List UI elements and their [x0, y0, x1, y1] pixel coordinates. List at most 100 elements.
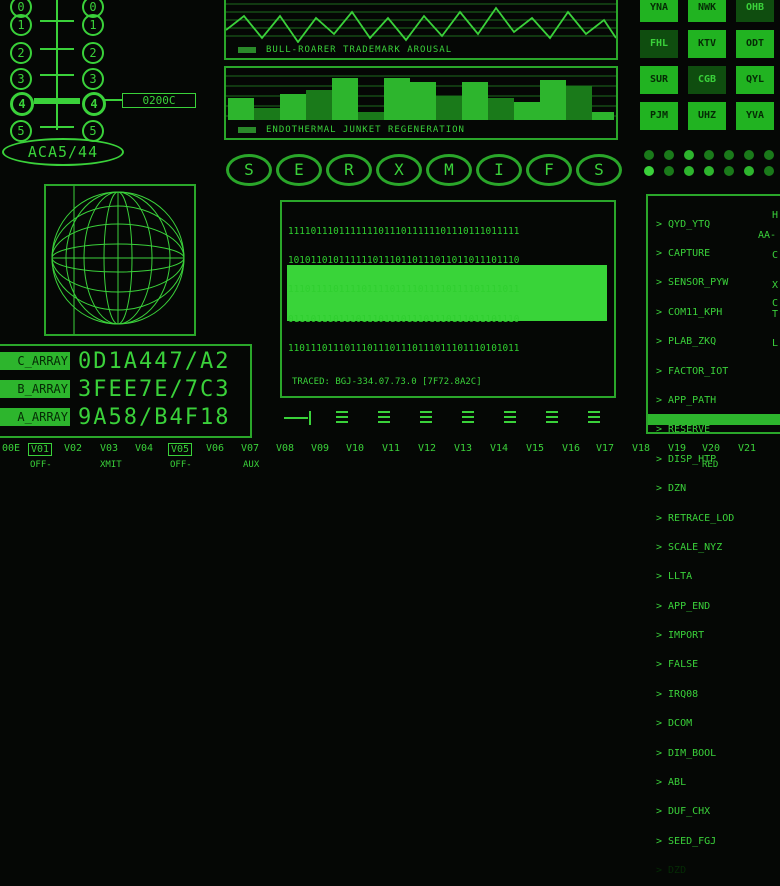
menu-lines-icon[interactable]: [378, 411, 390, 423]
status-dot: [704, 150, 714, 160]
list-item[interactable]: > RESERVE: [656, 425, 780, 435]
channel-label[interactable]: V11: [382, 443, 400, 454]
list-item[interactable]: > SCALE_NYZ: [656, 542, 780, 553]
slider-right-number: 1: [82, 14, 104, 36]
code-button[interactable]: QYL: [736, 66, 774, 94]
channel-label[interactable]: V15: [526, 443, 544, 454]
channel-label[interactable]: V06: [206, 443, 224, 454]
letter-button[interactable]: I: [476, 154, 522, 186]
letter-button[interactable]: X: [376, 154, 422, 186]
channel-label[interactable]: V08: [276, 443, 294, 454]
code-button[interactable]: ODT: [736, 30, 774, 58]
code-button[interactable]: KTV: [688, 30, 726, 58]
list-item[interactable]: > LLTA: [656, 572, 780, 582]
status-dot: [704, 166, 714, 176]
menu-lines-icon[interactable]: [546, 411, 558, 423]
list-item[interactable]: > IMPORT: [656, 631, 780, 641]
menu-lines-icon[interactable]: [336, 411, 348, 423]
channel-label[interactable]: V18: [632, 443, 650, 454]
list-item[interactable]: > DCOM: [656, 719, 780, 729]
list-item[interactable]: > DZD: [656, 866, 780, 876]
channel-label[interactable]: V16: [562, 443, 580, 454]
status-dot: [644, 166, 654, 176]
list-item[interactable]: > ABL: [656, 778, 780, 788]
letter-button[interactable]: E: [276, 154, 322, 186]
channel-label[interactable]: V19: [668, 443, 686, 454]
channel-label[interactable]: V03: [100, 443, 118, 454]
list-item[interactable]: > DUF_CHX: [656, 807, 780, 817]
channel-label[interactable]: V13: [454, 443, 472, 454]
array-value: 0D1A447/A2: [78, 349, 231, 374]
list-item[interactable]: > CAPTURE: [656, 249, 780, 259]
channel-label[interactable]: V05: [168, 443, 193, 456]
list-item[interactable]: > APP_PATH: [656, 396, 780, 406]
channel-label[interactable]: V01: [28, 443, 53, 456]
list-item[interactable]: > COM11_KPH: [656, 307, 780, 318]
channel-label[interactable]: V02: [64, 443, 82, 454]
list-item[interactable]: > IRQ08: [656, 689, 780, 700]
slider-left-number: 1: [10, 14, 32, 36]
letter-button[interactable]: M: [426, 154, 472, 186]
code-button[interactable]: FHL: [640, 30, 678, 58]
side-value: H: [772, 210, 779, 221]
slider-thumb[interactable]: [34, 98, 80, 104]
channel-label[interactable]: V07: [241, 443, 259, 454]
channel-label[interactable]: V09: [311, 443, 329, 454]
list-item[interactable]: > DZN: [656, 484, 780, 494]
list-item[interactable]: > QYD_YTQ: [656, 219, 780, 230]
slider-right-number: 2: [82, 42, 104, 64]
binary-row: 0111011101110111011101110111011101110111…: [288, 313, 520, 325]
slider-left-number: 3: [10, 68, 32, 90]
channel-sub-label: AUX: [243, 460, 260, 470]
slider-right-number: 4: [82, 92, 106, 116]
channel-label[interactable]: V17: [596, 443, 614, 454]
status-dot: [644, 150, 654, 160]
list-item[interactable]: > FALSE: [656, 660, 780, 670]
list-item[interactable]: > DIM_BOOL: [656, 748, 780, 759]
letter-button[interactable]: R: [326, 154, 372, 186]
letter-button[interactable]: S: [226, 154, 272, 186]
channel-label[interactable]: V14: [490, 443, 508, 454]
endothermal-chart-panel: ENDOTHERMAL JUNKET REGENERATION: [224, 66, 618, 140]
globe-panel: [44, 184, 196, 336]
side-value: L: [772, 338, 779, 349]
channel-label[interactable]: V12: [418, 443, 436, 454]
channel-label[interactable]: V04: [135, 443, 153, 454]
slider-tick: [40, 74, 74, 76]
code-button[interactable]: NWK: [688, 0, 726, 22]
status-dot: [724, 150, 734, 160]
slider-value-box: 0200C: [122, 93, 196, 108]
code-button[interactable]: OHB: [736, 0, 774, 22]
code-button[interactable]: CGB: [688, 66, 726, 94]
status-dot: [724, 166, 734, 176]
code-button[interactable]: SUR: [640, 66, 678, 94]
list-item[interactable]: > SEED_FGJ: [656, 836, 780, 847]
channel-label[interactable]: V21: [738, 443, 756, 454]
menu-lines-icon[interactable]: [588, 411, 600, 423]
list-item[interactable]: > SENSOR_PYW: [656, 278, 780, 288]
list-item[interactable]: > RETRACE_LOD: [656, 513, 780, 524]
letter-button[interactable]: F: [526, 154, 572, 186]
channel-label[interactable]: V20: [702, 443, 720, 454]
list-item[interactable]: > PLAB_ZKQ: [656, 337, 780, 347]
list-item[interactable]: > APP_END: [656, 601, 780, 612]
letter-button[interactable]: S: [576, 154, 622, 186]
code-button[interactable]: YNA: [640, 0, 678, 22]
list-item[interactable]: > FACTOR_IOT: [656, 366, 780, 377]
code-button[interactable]: YVA: [736, 102, 774, 130]
channel-label[interactable]: V10: [346, 443, 364, 454]
code-button[interactable]: PJM: [640, 102, 678, 130]
binary-row: 1111011101111111011101111110111011101111…: [288, 225, 520, 237]
command-list[interactable]: > QYD_YTQ > CAPTURE > SENSOR_PYW > COM11…: [656, 200, 780, 886]
code-button[interactable]: UHZ: [688, 102, 726, 130]
channel-sub-label: OFF-: [30, 460, 52, 470]
channel-sub-label: RED: [702, 460, 719, 470]
menu-lines-icon[interactable]: [504, 411, 516, 423]
side-value: C: [772, 250, 779, 261]
connector-icon[interactable]: [284, 411, 314, 425]
side-value: AA-: [758, 230, 777, 241]
line-chart: [226, 3, 616, 43]
menu-lines-icon[interactable]: [420, 411, 432, 423]
channel-label[interactable]: 00E: [2, 443, 20, 454]
menu-lines-icon[interactable]: [462, 411, 474, 423]
